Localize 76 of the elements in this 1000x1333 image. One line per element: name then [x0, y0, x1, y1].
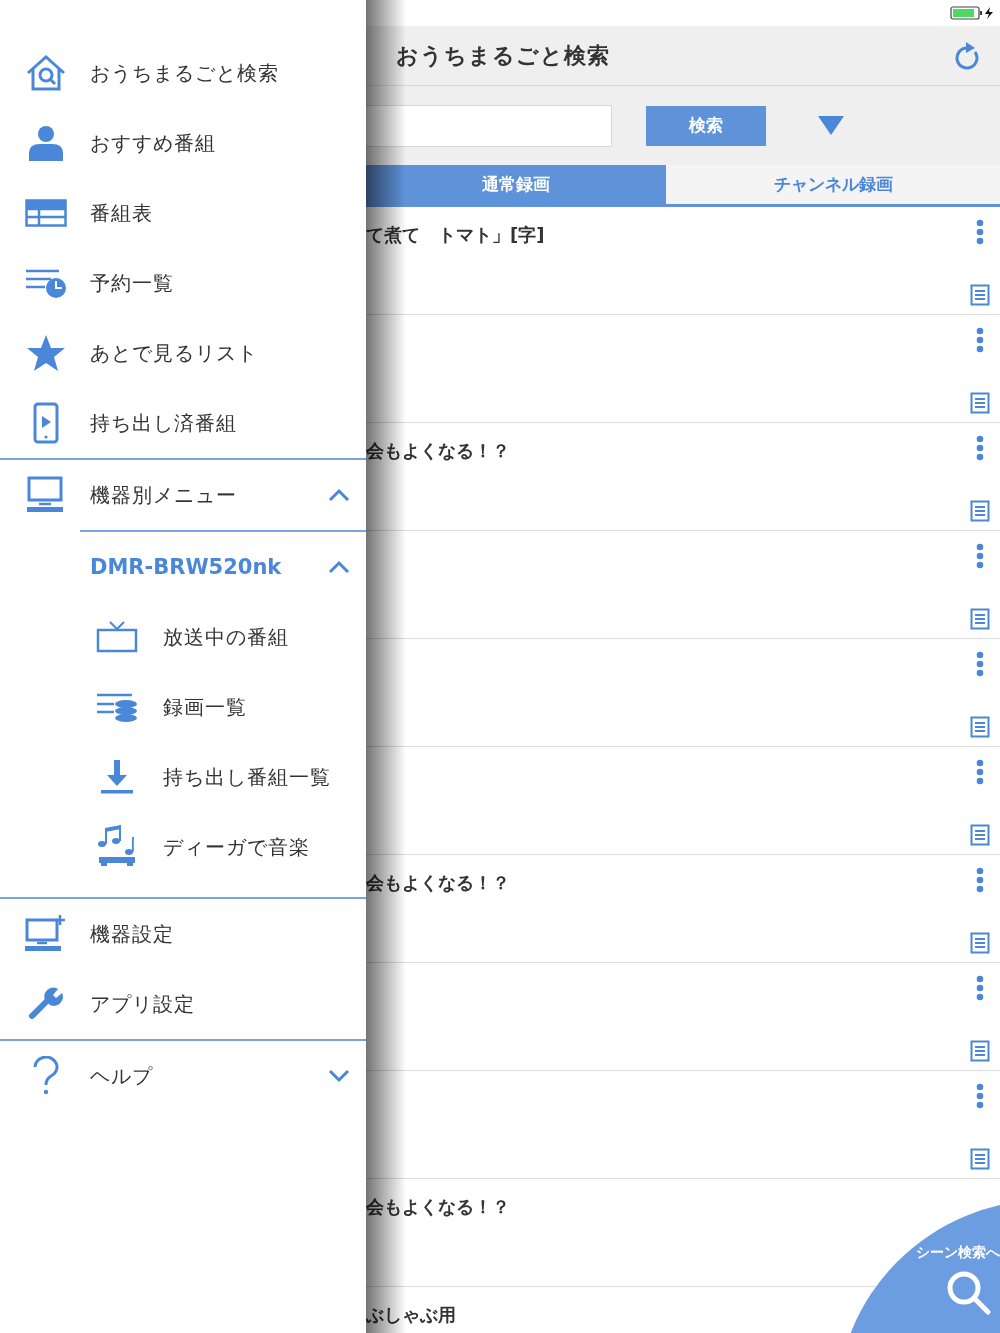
menu-item[interactable]: 放送中の番組 [0, 602, 366, 672]
more-icon[interactable] [976, 435, 984, 461]
program-title: ぶしゃぶ用 [366, 1303, 456, 1327]
more-icon[interactable] [976, 867, 984, 893]
monitor-plus-icon [25, 914, 67, 954]
menu-item[interactable]: 番組表 [0, 178, 366, 248]
document-icon[interactable] [970, 500, 990, 522]
menu-item[interactable]: アプリ設定 [0, 969, 366, 1039]
document-icon[interactable] [970, 716, 990, 738]
star-icon [26, 334, 66, 372]
program-title: 会もよくなる！？ [366, 439, 510, 463]
wrench-icon [28, 986, 64, 1022]
menu-label: ヘルプ [90, 1062, 154, 1090]
chevron-up-icon[interactable] [328, 560, 350, 574]
tv-icon [96, 621, 138, 653]
battery-icon [950, 6, 994, 20]
menu-item[interactable]: 機器設定 [0, 899, 366, 969]
menu-label: 持ち出し済番組 [90, 409, 237, 437]
list-discs-icon [96, 692, 138, 722]
download-icon [99, 759, 135, 795]
monitor-icon [27, 476, 65, 514]
menu-label: ディーガで音楽 [163, 833, 310, 861]
document-icon[interactable] [970, 824, 990, 846]
search-icon [946, 1270, 992, 1316]
program-title: て煮て トマト」[字] [366, 223, 545, 247]
chevron-up-icon[interactable] [328, 488, 350, 502]
phone-play-icon [33, 402, 59, 444]
program-title: 会もよくなる！？ [366, 871, 510, 895]
menu-label: 放送中の番組 [163, 623, 289, 651]
more-icon[interactable] [976, 759, 984, 785]
menu-item[interactable]: あとで見るリスト [0, 318, 366, 388]
menu-label: アプリ設定 [90, 990, 195, 1018]
more-icon[interactable] [976, 651, 984, 677]
house-search-icon [25, 54, 67, 92]
menu-label: あとで見るリスト [90, 339, 258, 367]
more-icon[interactable] [976, 543, 984, 569]
more-icon[interactable] [976, 1083, 984, 1109]
menu-item[interactable]: おすすめ番組 [0, 108, 366, 178]
chevron-down-icon[interactable] [328, 1069, 350, 1083]
help-menu-item[interactable]: ヘルプ [0, 1041, 366, 1111]
more-icon[interactable] [976, 219, 984, 245]
question-icon [32, 1056, 60, 1096]
menu-label: 録画一覧 [163, 693, 247, 721]
menu-label: 機器設定 [90, 920, 174, 948]
menu-item[interactable]: 録画一覧 [0, 672, 366, 742]
menu-item[interactable]: 予約一覧 [0, 248, 366, 318]
program-title: 会もよくなる！？ [366, 1195, 510, 1219]
device-header[interactable]: DMR-BRW520nk [0, 532, 366, 602]
screen-title: おうちまるごと検索 [396, 41, 611, 70]
document-icon[interactable] [970, 392, 990, 414]
refresh-icon[interactable] [954, 41, 980, 70]
document-icon[interactable] [970, 608, 990, 630]
document-icon[interactable] [970, 284, 990, 306]
device-name: DMR-BRW520nk [90, 555, 283, 579]
more-icon[interactable] [976, 975, 984, 1001]
document-icon[interactable] [970, 932, 990, 954]
menu-label: おうちまるごと検索 [90, 59, 279, 87]
list-clock-icon [25, 267, 67, 299]
table-icon [25, 199, 67, 227]
menu-item[interactable]: おうちまるごと検索 [0, 38, 366, 108]
device-menu-header[interactable]: 機器別メニュー [0, 460, 366, 530]
dropdown-triangle-icon[interactable] [818, 115, 844, 136]
more-icon[interactable] [976, 327, 984, 353]
document-icon[interactable] [970, 1040, 990, 1062]
music-player-icon [97, 825, 137, 869]
menu-label: 持ち出し番組一覧 [163, 763, 331, 791]
search-field[interactable] [366, 104, 612, 147]
menu-item[interactable]: 持ち出し番組一覧 [0, 742, 366, 812]
menu-label: 機器別メニュー [90, 481, 238, 509]
menu-label: 番組表 [90, 199, 153, 227]
document-icon[interactable] [970, 1148, 990, 1170]
menu-label: 予約一覧 [90, 269, 174, 297]
menu-item[interactable]: 持ち出し済番組 [0, 388, 366, 458]
menu-item[interactable]: ディーガで音楽 [0, 812, 366, 882]
menu-label: おすすめ番組 [90, 129, 216, 157]
person-icon [26, 125, 66, 161]
